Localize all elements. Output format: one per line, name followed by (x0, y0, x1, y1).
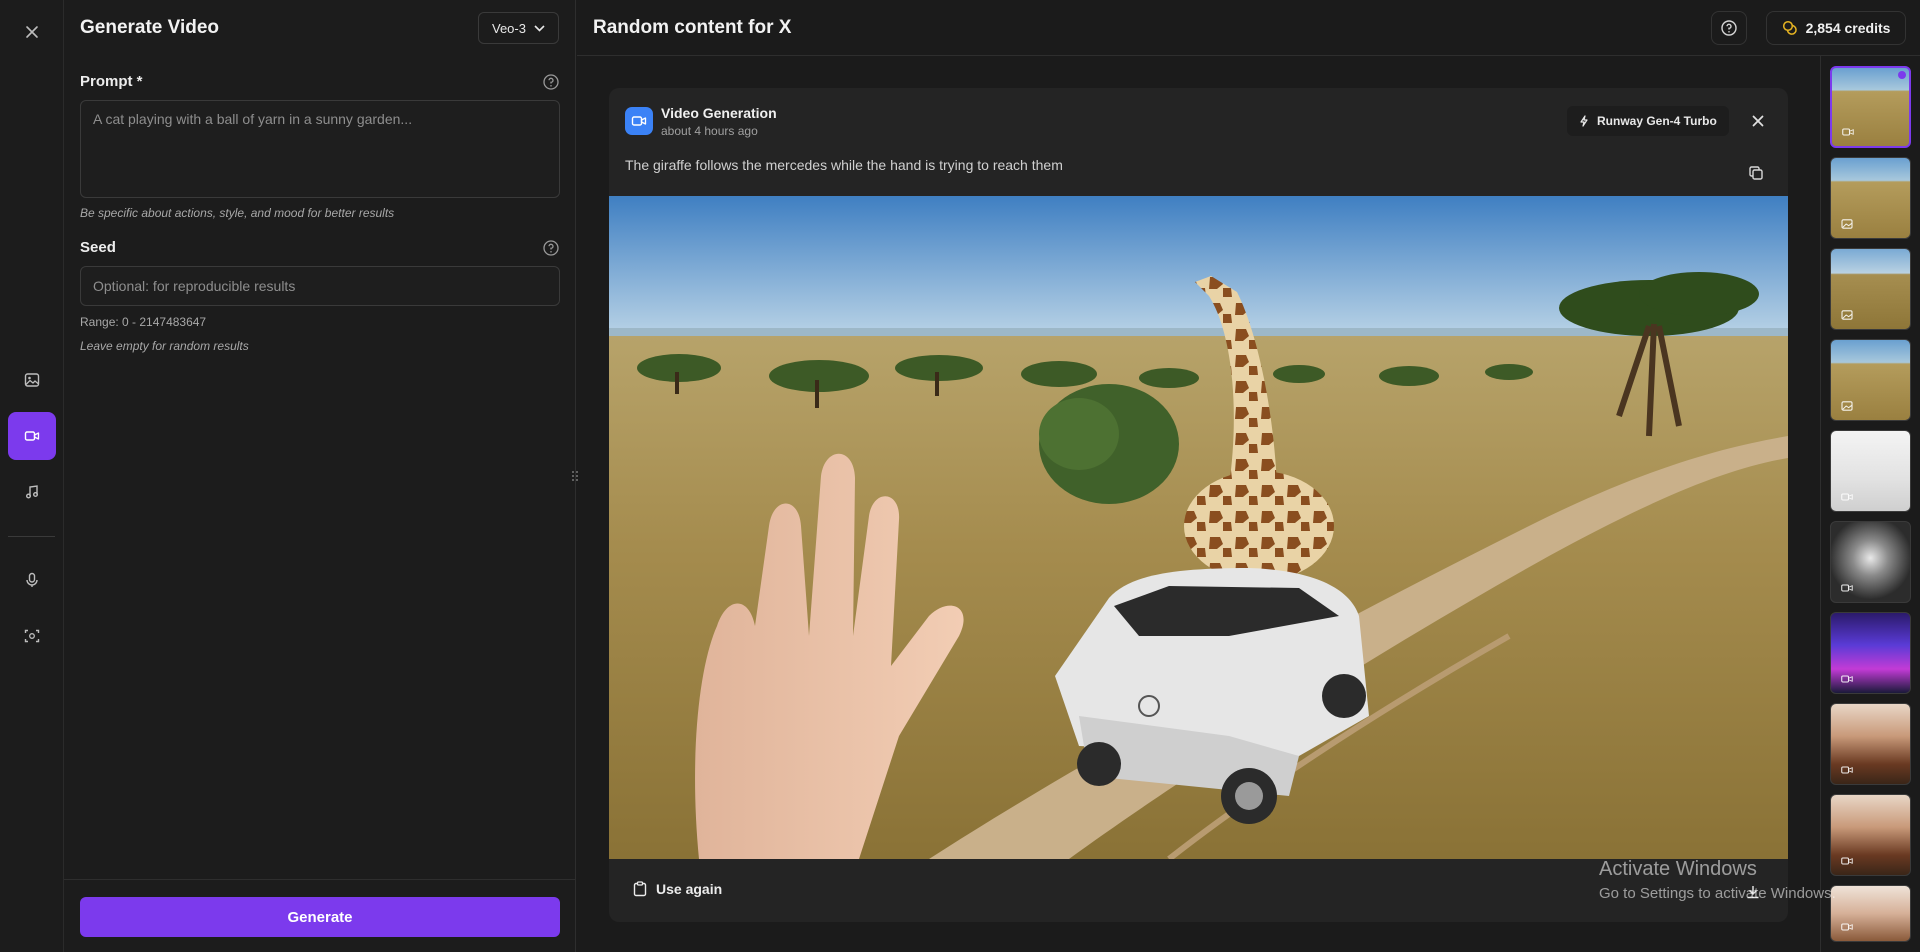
help-button[interactable] (1711, 11, 1747, 45)
image-icon (1841, 310, 1853, 320)
video-camera-icon (1841, 765, 1853, 775)
use-again-button[interactable]: Use again (633, 881, 722, 897)
video-camera-icon (1841, 922, 1853, 932)
card-title: Video Generation (661, 105, 777, 121)
image-icon (1841, 219, 1853, 229)
voice-mode-button[interactable] (8, 556, 56, 604)
history-thumbnail[interactable] (1830, 430, 1911, 512)
generate-button[interactable]: Generate (80, 897, 560, 937)
card-timestamp: about 4 hours ago (661, 124, 758, 138)
credits-count: 2,854 credits (1805, 20, 1891, 36)
video-preview[interactable] (609, 196, 1788, 859)
selected-indicator (1898, 71, 1906, 79)
generate-panel: Generate Video Veo-3 Prompt * Be specifi… (64, 0, 576, 952)
rail-divider (8, 536, 55, 537)
copy-prompt-button[interactable] (1745, 162, 1767, 184)
music-mode-button[interactable] (8, 468, 56, 516)
video-still (609, 196, 1788, 859)
prompt-label: Prompt * (80, 73, 143, 90)
close-button[interactable] (8, 8, 56, 56)
model-select-value: Veo-3 (492, 20, 526, 36)
page-title: Random content for X (593, 17, 792, 38)
history-thumbnail[interactable] (1830, 612, 1911, 694)
close-icon (26, 26, 38, 38)
copy-icon (1749, 166, 1763, 180)
download-icon (1747, 886, 1759, 899)
seed-label: Seed (80, 239, 116, 256)
video-mode-button[interactable] (8, 412, 56, 460)
video-camera-icon (1841, 674, 1853, 684)
history-thumbnail[interactable] (1830, 248, 1911, 330)
close-icon (1752, 115, 1764, 127)
help-circle-icon[interactable] (542, 239, 560, 257)
prompt-hint: Be specific about actions, style, and mo… (80, 206, 395, 220)
panel-title: Generate Video (80, 17, 220, 38)
help-circle-icon[interactable] (542, 73, 560, 91)
video-camera-icon (24, 431, 40, 441)
history-thumbnail[interactable] (1830, 66, 1911, 148)
music-note-icon (26, 485, 38, 499)
image-icon (1841, 401, 1853, 411)
history-thumbnail[interactable] (1830, 521, 1911, 603)
video-camera-icon (1841, 856, 1853, 866)
seed-input[interactable] (80, 266, 560, 306)
video-camera-icon (1842, 127, 1854, 137)
video-camera-icon (1841, 583, 1853, 593)
prompt-input[interactable] (80, 100, 560, 198)
card-prompt: The giraffe follows the mercedes while t… (625, 157, 1063, 173)
coins-icon (1782, 20, 1797, 35)
bolt-icon (1580, 115, 1588, 127)
icon-rail (0, 0, 64, 952)
image-mode-button[interactable] (8, 356, 56, 404)
panel-footer-divider (64, 879, 575, 880)
generation-card: Video Generation about 4 hours ago Runwa… (609, 88, 1788, 922)
close-card-button[interactable] (1747, 110, 1769, 132)
scan-mode-button[interactable] (8, 612, 56, 660)
microphone-icon (26, 572, 38, 587)
main-header: Random content for X 2,854 credits (577, 0, 1920, 56)
video-camera-icon (625, 107, 653, 135)
history-thumbnails (1820, 56, 1920, 952)
scan-icon (24, 629, 40, 643)
model-badge: Runway Gen-4 Turbo (1567, 106, 1729, 136)
model-badge-label: Runway Gen-4 Turbo (1597, 114, 1717, 128)
seed-range: Range: 0 - 2147483647 (80, 315, 207, 329)
use-again-label: Use again (656, 881, 723, 897)
model-select[interactable]: Veo-3 (478, 12, 559, 44)
image-icon (24, 373, 40, 387)
chevron-down-icon (534, 24, 545, 32)
clipboard-icon (633, 881, 647, 897)
history-thumbnail[interactable] (1830, 885, 1911, 942)
resize-handle-icon[interactable] (571, 468, 579, 484)
history-thumbnail[interactable] (1830, 794, 1911, 876)
history-thumbnail[interactable] (1830, 703, 1911, 785)
credits-button[interactable]: 2,854 credits (1766, 11, 1906, 45)
history-thumbnail[interactable] (1830, 339, 1911, 421)
help-circle-icon (1721, 20, 1737, 36)
seed-hint: Leave empty for random results (80, 339, 249, 353)
history-thumbnail[interactable] (1830, 157, 1911, 239)
video-camera-icon (1841, 492, 1853, 502)
download-button[interactable] (1742, 881, 1764, 903)
